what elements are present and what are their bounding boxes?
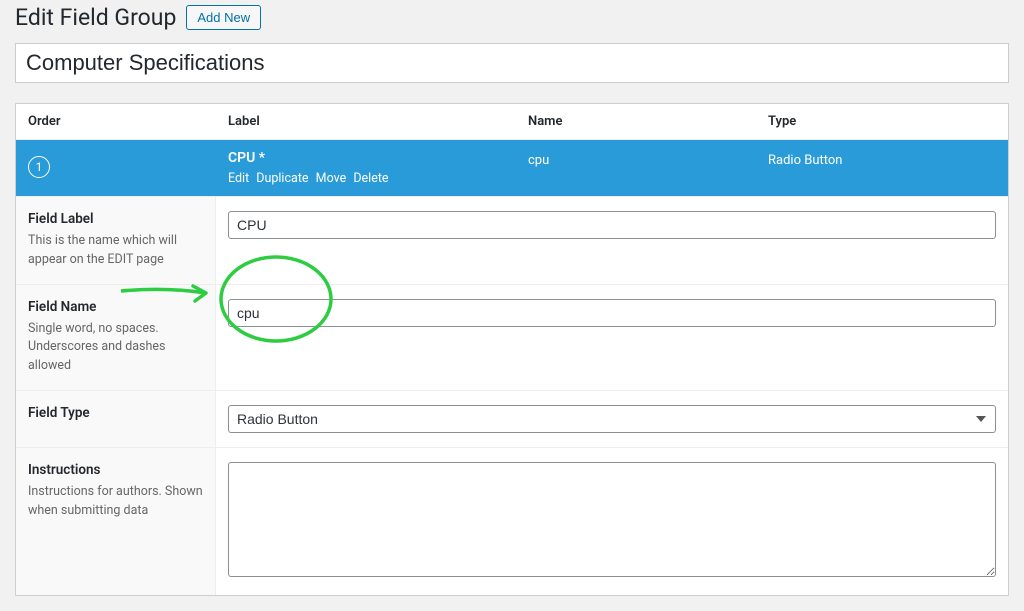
col-header-type: Type (768, 114, 996, 129)
title-input-wrap (15, 43, 1009, 83)
page-header: Edit Field Group Add New (15, 0, 1009, 43)
select-wrap: Radio Button (228, 405, 996, 433)
field-name-input[interactable] (228, 299, 996, 327)
duplicate-action[interactable]: Duplicate (256, 171, 308, 186)
field-label-text: CPU * (228, 150, 528, 166)
setting-label-desc: Single word, no spaces. Underscores and … (28, 320, 203, 376)
field-type-cell: Radio Button (768, 150, 996, 168)
setting-label-title: Field Type (28, 405, 203, 421)
field-type-select[interactable]: Radio Button (228, 405, 996, 433)
setting-label-cell: Field Type (16, 391, 216, 447)
setting-field-name: Field Name Single word, no spaces. Under… (16, 284, 1008, 390)
field-name-cell: cpu (528, 150, 768, 168)
setting-label-desc: This is the name which will appear on th… (28, 232, 203, 270)
setting-label-title: Field Label (28, 211, 203, 227)
field-row[interactable]: 1 CPU * Edit Duplicate Move Delete cpu R… (16, 140, 1008, 196)
field-label-cell: CPU * Edit Duplicate Move Delete (228, 150, 528, 186)
instructions-textarea[interactable] (228, 462, 996, 577)
setting-label-cell: Field Label This is the name which will … (16, 197, 216, 284)
col-header-name: Name (528, 114, 768, 129)
field-table: Order Label Name Type 1 CPU * Edit Dupli… (15, 103, 1009, 596)
setting-label-title: Instructions (28, 462, 203, 478)
setting-value-cell (216, 285, 1008, 390)
table-header: Order Label Name Type (16, 104, 1008, 140)
setting-field-type: Field Type Radio Button (16, 390, 1008, 447)
row-actions: Edit Duplicate Move Delete (228, 171, 528, 186)
setting-value-cell: Radio Button (216, 391, 1008, 447)
setting-label-cell: Field Name Single word, no spaces. Under… (16, 285, 216, 390)
col-header-label: Label (228, 114, 528, 129)
delete-action[interactable]: Delete (353, 171, 388, 186)
move-action[interactable]: Move (316, 171, 347, 186)
setting-label-cell: Instructions Instructions for authors. S… (16, 448, 216, 595)
setting-instructions: Instructions Instructions for authors. S… (16, 447, 1008, 595)
setting-label-desc: Instructions for authors. Shown when sub… (28, 483, 203, 521)
setting-field-label: Field Label This is the name which will … (16, 196, 1008, 284)
setting-value-cell (216, 448, 1008, 595)
order-badge: 1 (28, 156, 50, 178)
page-title: Edit Field Group (15, 4, 176, 31)
add-new-button[interactable]: Add New (186, 5, 261, 30)
field-label-input[interactable] (228, 211, 996, 239)
settings-grid: Field Label This is the name which will … (16, 196, 1008, 595)
group-title-input[interactable] (26, 50, 998, 76)
edit-action[interactable]: Edit (228, 171, 249, 186)
field-order-cell: 1 (28, 150, 228, 178)
col-header-order: Order (28, 114, 228, 129)
setting-label-title: Field Name (28, 299, 203, 315)
setting-value-cell (216, 197, 1008, 284)
